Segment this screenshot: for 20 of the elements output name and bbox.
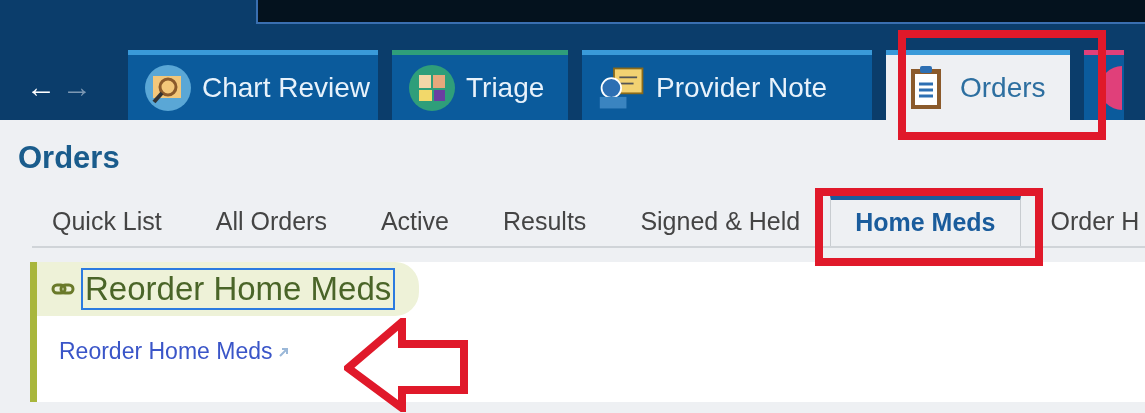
sub-tab[interactable]: Order H bbox=[1026, 196, 1145, 246]
reorder-link[interactable]: Reorder Home Meds bbox=[59, 338, 273, 365]
activity-tab[interactable]: Triage bbox=[392, 50, 568, 120]
arrow-icon bbox=[344, 318, 470, 412]
back-arrow[interactable]: ← bbox=[26, 69, 56, 104]
activity-tab[interactable]: Orders bbox=[886, 50, 1070, 120]
sub-tab[interactable]: Home Meds bbox=[830, 196, 1021, 246]
page-title: Orders bbox=[18, 139, 121, 177]
link-icon bbox=[51, 282, 75, 296]
activity-tab[interactable]: Chart Review bbox=[128, 50, 378, 120]
magnifier-icon bbox=[144, 63, 192, 112]
activity-tab[interactable]: Provider Note bbox=[582, 50, 872, 120]
sub-tab[interactable]: Active bbox=[356, 196, 473, 246]
sub-tab[interactable]: All Orders bbox=[191, 196, 351, 246]
people-grid-icon bbox=[408, 63, 456, 112]
sub-tab[interactable]: Results bbox=[479, 196, 611, 246]
section-title: Reorder Home Meds bbox=[81, 268, 396, 310]
external-link-icon bbox=[278, 345, 291, 358]
sub-tab[interactable]: Quick List bbox=[32, 196, 186, 246]
sub-tab[interactable]: Signed & Held bbox=[616, 196, 825, 246]
